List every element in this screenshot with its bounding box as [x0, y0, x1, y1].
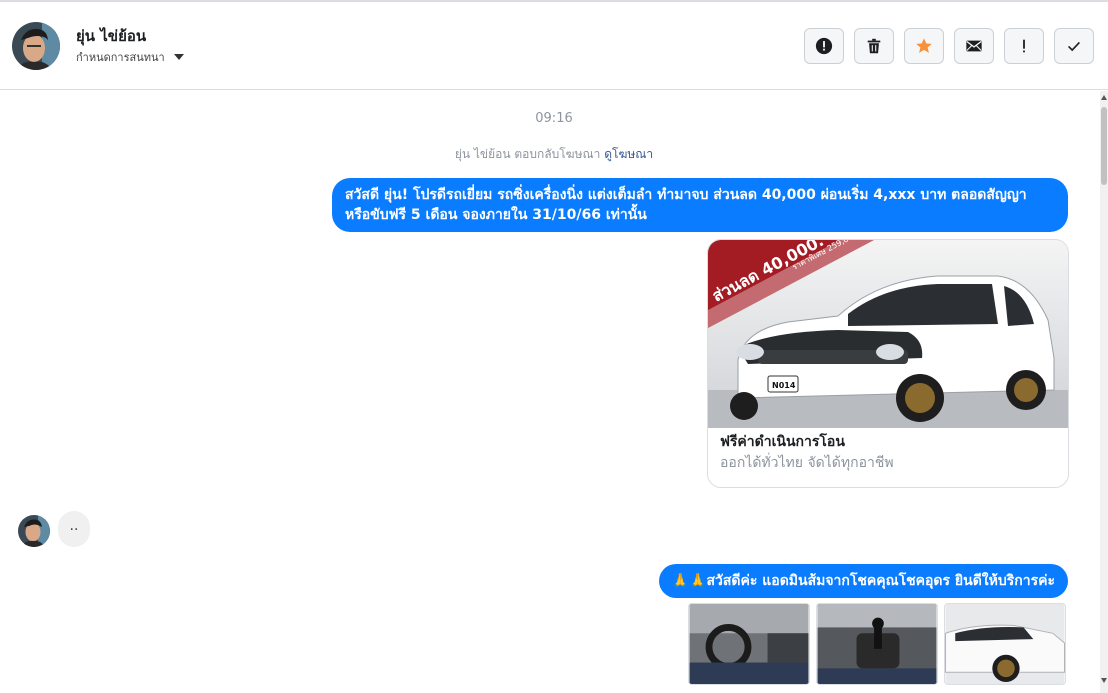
- mark-done-button[interactable]: [1054, 28, 1094, 64]
- report-icon: [815, 37, 833, 55]
- mark-unread-button[interactable]: [954, 28, 994, 64]
- ad-reply-notice: ยุ่น ไข่ย้อน ตอบกลับโฆษณา ดูโฆษณา: [0, 145, 1108, 164]
- star-button[interactable]: [904, 28, 944, 64]
- mail-icon: [966, 40, 982, 52]
- message-timestamp: 09:16: [535, 111, 573, 126]
- contact-avatar-small: [18, 515, 50, 547]
- outgoing-message: สวัสดี ยุ่น! โปรดีรถเยี่ยม รถซิ่งเครื่อง…: [332, 178, 1068, 232]
- follow-up-button[interactable]: [1004, 28, 1044, 64]
- attachment-image-interior[interactable]: [688, 603, 810, 685]
- ad-reply-text: ยุ่น ไข่ย้อน ตอบกลับโฆษณา: [454, 147, 601, 161]
- trash-icon: [867, 38, 881, 54]
- contact-name: ยุ่น ไข่ย้อน: [76, 27, 147, 45]
- conversation-header: ยุ่น ไข่ย้อน กำหนดการสนทนา: [0, 2, 1108, 90]
- view-ad-link[interactable]: ดูโฆษณา: [604, 147, 653, 161]
- assign-label: กำหนดการสนทนา: [76, 51, 165, 64]
- ad-card-title: ฟรีค่าดำเนินการโอน: [720, 434, 845, 450]
- scrollbar-thumb[interactable]: [1101, 107, 1107, 185]
- delete-button[interactable]: [854, 28, 894, 64]
- report-button[interactable]: [804, 28, 844, 64]
- car-ad-image: ส่วนลด 40,000. ราคาพิเศษ 259,000. N014: [708, 240, 1068, 428]
- scroll-down-arrow-icon[interactable]: [1101, 678, 1107, 683]
- license-plate: N014: [772, 381, 796, 390]
- assign-conversation-dropdown[interactable]: กำหนดการสนทนา: [76, 48, 184, 66]
- scroll-up-arrow-icon[interactable]: [1101, 95, 1107, 100]
- attachment-image-exterior[interactable]: [944, 603, 1066, 685]
- typing-indicator: ..: [58, 511, 90, 547]
- contact-avatar[interactable]: [12, 22, 60, 70]
- exclamation-icon: [1023, 39, 1025, 53]
- ad-card[interactable]: ส่วนลด 40,000. ราคาพิเศษ 259,000. N014 ฟ…: [707, 239, 1069, 488]
- attachment-image-console[interactable]: [816, 603, 938, 685]
- header-actions: [804, 28, 1094, 64]
- image-attachments: [688, 603, 1066, 685]
- ad-card-subtitle: ออกได้ทั่วไทย จัดได้ทุกอาชีพ: [720, 455, 894, 471]
- check-icon: [1068, 41, 1080, 52]
- outgoing-message-greeting: 🙏🙏สวัสดีค่ะ แอดมินส้มจากโชคคุณโชคอุดร ยิ…: [658, 564, 1068, 598]
- caret-down-icon: [173, 54, 184, 60]
- message-thread[interactable]: 09:16 ยุ่น ไข่ย้อน ตอบกลับโฆษณา ดูโฆษณา …: [0, 91, 1100, 693]
- star-icon: [916, 38, 932, 53]
